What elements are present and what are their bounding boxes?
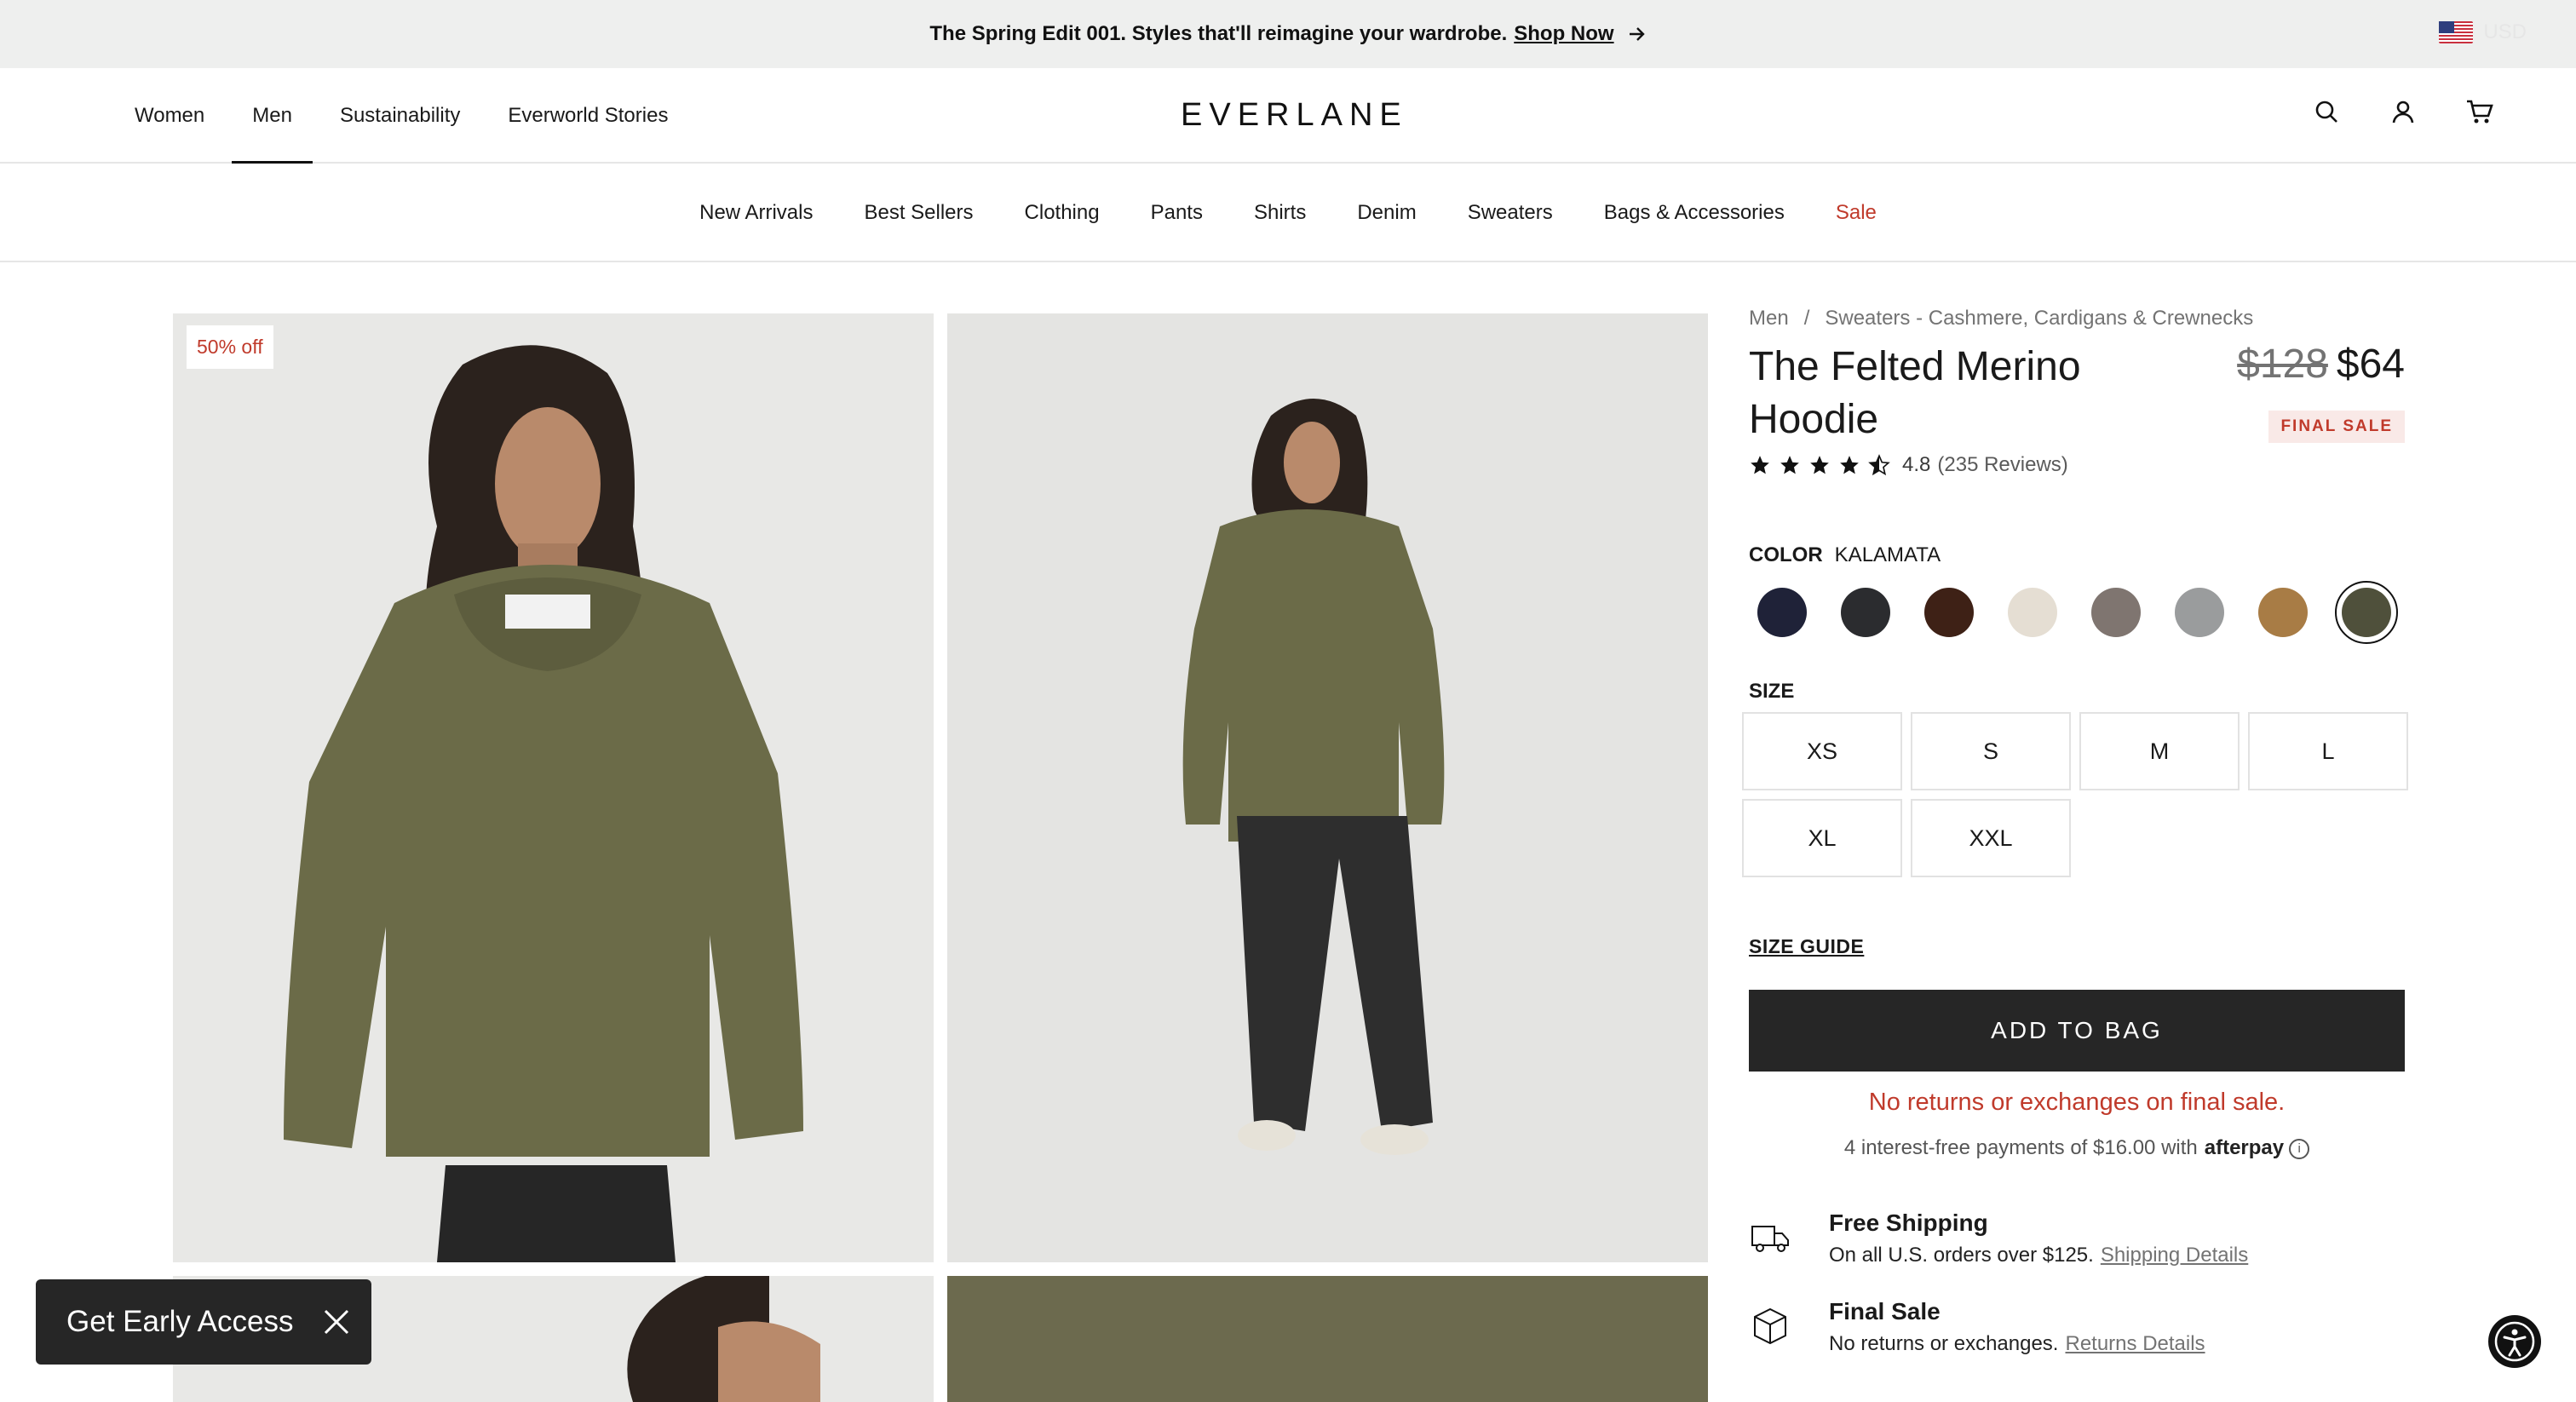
color-swatch[interactable] xyxy=(1924,588,1974,637)
shop-now-link[interactable]: Shop Now xyxy=(1514,22,1613,46)
rating-score: 4.8 xyxy=(1902,453,1931,476)
shipping-details-link[interactable]: Shipping Details xyxy=(2101,1244,2248,1267)
us-flag-icon xyxy=(2439,21,2474,43)
no-returns-notice: No returns or exchanges on final sale. xyxy=(1868,1089,2286,1116)
locale-selector[interactable]: USD xyxy=(2439,20,2527,44)
color-swatch[interactable] xyxy=(1757,588,1807,637)
color-swatch[interactable] xyxy=(2335,581,2398,644)
rating-row[interactable]: 4.8 (235 Reviews) xyxy=(1749,453,2068,477)
announcement-bar: The Spring Edit 001. Styles that'll reim… xyxy=(0,0,2576,68)
star-full-icon xyxy=(1810,456,1829,474)
final-sale-badge: FINAL SALE xyxy=(2268,411,2405,443)
breadcrumb-men[interactable]: Men xyxy=(1749,307,1789,330)
box-icon xyxy=(1754,1307,1786,1345)
cat-sale[interactable]: Sale xyxy=(1836,201,1877,225)
size-m[interactable]: M xyxy=(2079,712,2240,790)
star-full-icon xyxy=(1751,456,1769,474)
category-nav: New Arrivals Best Sellers Clothing Pants… xyxy=(0,165,2576,262)
size-guide-link[interactable]: SIZE GUIDE xyxy=(1749,935,1864,958)
breadcrumb-separator: / xyxy=(1803,307,1810,330)
color-swatch[interactable] xyxy=(2008,588,2057,637)
feature-desc: On all U.S. orders over $125. Shipping De… xyxy=(1829,1244,2248,1267)
returns-details-link[interactable]: Returns Details xyxy=(2065,1332,2205,1355)
discount-badge: 50% off xyxy=(187,325,273,369)
size-l[interactable]: L xyxy=(2248,712,2408,790)
add-to-bag-button[interactable]: ADD TO BAG xyxy=(1749,990,2405,1072)
account-icon[interactable] xyxy=(2389,97,2418,126)
cat-sweaters[interactable]: Sweaters xyxy=(1468,201,1553,225)
nav-women[interactable]: Women xyxy=(135,68,204,164)
price-block: $128 $64 xyxy=(2237,341,2405,388)
cat-shirts[interactable]: Shirts xyxy=(1254,201,1306,225)
currency-label: USD xyxy=(2483,20,2527,43)
feature-desc-text: No returns or exchanges. xyxy=(1829,1332,2059,1355)
feature-desc-text: On all U.S. orders over $125. xyxy=(1829,1244,2094,1267)
rating-stars xyxy=(1749,454,1890,476)
close-icon[interactable] xyxy=(322,1307,351,1336)
cat-new-arrivals[interactable]: New Arrivals xyxy=(699,201,813,225)
color-swatch[interactable] xyxy=(2091,588,2141,637)
info-icon[interactable]: i xyxy=(2289,1138,2310,1159)
cat-denim[interactable]: Denim xyxy=(1357,201,1416,225)
star-half-icon xyxy=(1868,454,1890,476)
cat-best-sellers[interactable]: Best Sellers xyxy=(864,201,973,225)
cat-bags-accessories[interactable]: Bags & Accessories xyxy=(1604,201,1785,225)
color-label: COLOR xyxy=(1749,543,1823,566)
accessibility-icon xyxy=(2494,1321,2535,1362)
arrow-right-icon[interactable] xyxy=(1626,24,1647,44)
color-swatch[interactable] xyxy=(1841,588,1890,637)
early-access-label[interactable]: Get Early Access xyxy=(66,1305,293,1339)
early-access-popup[interactable]: Get Early Access xyxy=(36,1279,371,1365)
star-full-icon xyxy=(1840,456,1859,474)
everlane-logo[interactable]: EVERLANE xyxy=(1181,97,1408,134)
color-swatches xyxy=(1757,581,2398,644)
product-photo-front[interactable]: 50% off xyxy=(173,313,934,1262)
afterpay-logo: afterpay xyxy=(2204,1136,2285,1159)
product-photo-full[interactable] xyxy=(947,313,1708,1262)
feature-title: Free Shipping xyxy=(1829,1210,1988,1236)
accessibility-button[interactable] xyxy=(2488,1315,2541,1368)
announcement-text: The Spring Edit 001. Styles that'll reim… xyxy=(929,22,1508,45)
search-icon[interactable] xyxy=(2312,97,2341,126)
reviews-count[interactable]: (235 Reviews) xyxy=(1937,453,2067,477)
size-label: SIZE xyxy=(1749,680,1795,703)
nav-sustainability[interactable]: Sustainability xyxy=(340,68,460,164)
header-icons xyxy=(2312,97,2494,126)
breadcrumb-category[interactable]: Sweaters - Cashmere, Cardigans & Crewnec… xyxy=(1825,307,2253,330)
cart-icon[interactable] xyxy=(2465,97,2494,126)
nav-everworld-stories[interactable]: Everworld Stories xyxy=(508,68,668,164)
top-nav: Women Men Sustainability Everworld Stori… xyxy=(135,68,668,164)
star-full-icon xyxy=(1780,456,1799,474)
feature-title: Final Sale xyxy=(1829,1298,1941,1324)
color-swatch[interactable] xyxy=(2258,588,2308,637)
main-header: Women Men Sustainability Everworld Stori… xyxy=(0,68,2576,164)
cat-clothing[interactable]: Clothing xyxy=(1025,201,1100,225)
size-xs[interactable]: XS xyxy=(1742,712,1902,790)
afterpay-text: 4 interest-free payments of $16.00 with xyxy=(1843,1136,2198,1159)
product-info: Men / Sweaters - Cashmere, Cardigans & C… xyxy=(1742,307,2408,1355)
original-price: $128 xyxy=(2237,342,2328,387)
color-value: KALAMATA xyxy=(1834,543,1941,566)
feature-desc: No returns or exchanges. Returns Details xyxy=(1829,1332,2205,1356)
size-xl[interactable]: XL xyxy=(1742,799,1902,877)
model-front-illustration xyxy=(173,313,934,1262)
product-title: The Felted Merino Hoodie xyxy=(1749,344,2081,442)
sale-price: $64 xyxy=(2336,342,2405,387)
cat-pants[interactable]: Pants xyxy=(1151,201,1203,225)
product-photo-detail-fabric[interactable] xyxy=(947,1276,1708,1402)
color-row: COLOR KALAMATA xyxy=(1749,543,1941,567)
size-xxl[interactable]: XXL xyxy=(1911,799,2071,877)
breadcrumb: Men / Sweaters - Cashmere, Cardigans & C… xyxy=(1749,307,2405,330)
model-full-illustration xyxy=(947,313,1708,1262)
nav-men[interactable]: Men xyxy=(232,68,313,164)
afterpay-row: 4 interest-free payments of $16.00 with a… xyxy=(1749,1136,2405,1160)
color-swatch[interactable] xyxy=(2175,588,2224,637)
size-grid: XS S M L XL XXL xyxy=(1742,712,2408,877)
size-s[interactable]: S xyxy=(1911,712,2071,790)
truck-icon xyxy=(1751,1226,1789,1252)
